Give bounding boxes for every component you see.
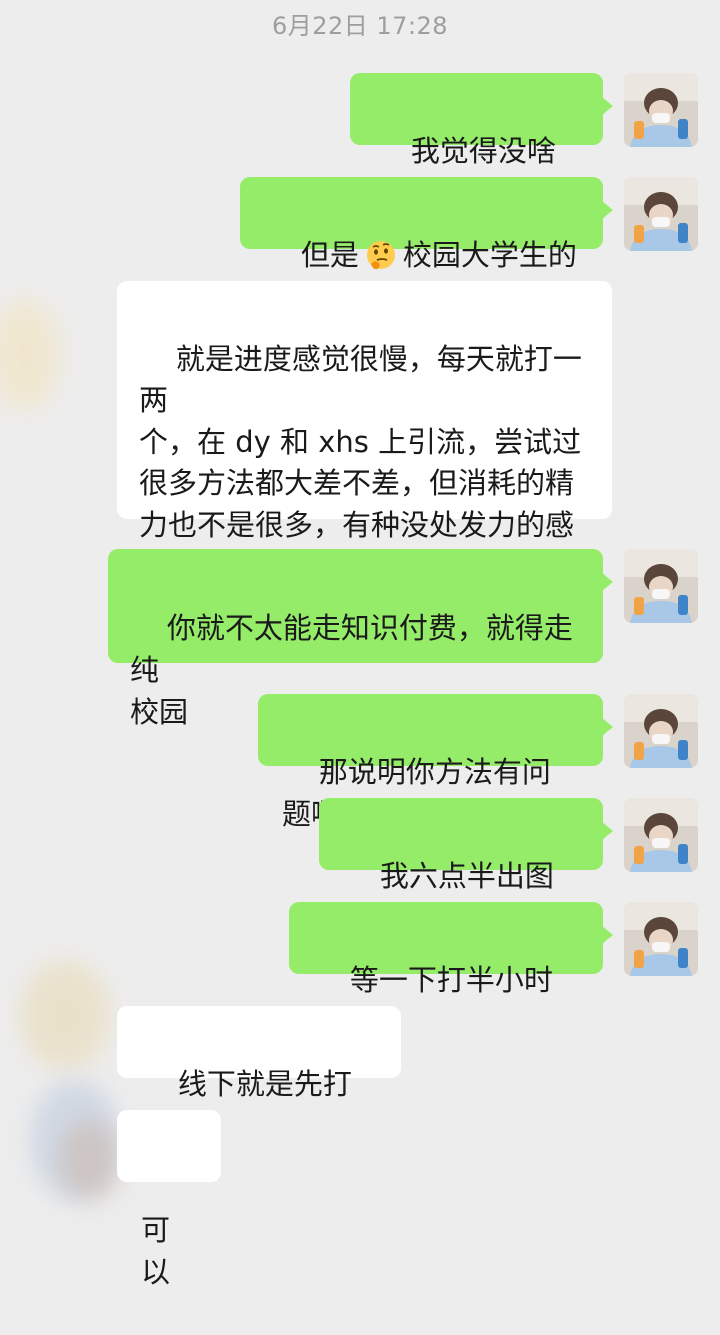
- chat-window: 6月22日 17:28 我觉得没啥问题 但是校园大学生的话: [0, 0, 720, 1289]
- message-text: 可以: [141, 1213, 171, 1289]
- message-bubble-outgoing[interactable]: 等一下打半小时电话: [289, 902, 613, 1039]
- avatar[interactable]: [624, 694, 698, 768]
- avatar-image-icon: [624, 177, 698, 251]
- message-bubble-outgoing[interactable]: 我六点半出图书馆: [319, 798, 613, 935]
- message-text: 就是进度感觉很慢，每天就打一两 个，在 dy 和 xhs 上引流，尝试过 很多方…: [139, 341, 582, 584]
- avatar[interactable]: [624, 177, 698, 251]
- thinking-face-icon: [365, 239, 397, 271]
- message-bubble-outgoing[interactable]: 你就不太能走知识付费，就得走纯 校园: [108, 549, 613, 729]
- avatar[interactable]: [624, 549, 698, 623]
- blurred-avatar-patch: [20, 960, 110, 1070]
- avatar[interactable]: [624, 798, 698, 872]
- message-timestamp: 6月22日 17:28: [271, 12, 449, 40]
- blurred-avatar-patch: [0, 300, 60, 410]
- message-bubble-outgoing[interactable]: 但是校园大学生的话: [240, 177, 613, 314]
- avatar-image-icon: [624, 694, 698, 768]
- avatar-image-icon: [624, 73, 698, 147]
- blurred-avatar-patch: [60, 1120, 120, 1200]
- message-bubble-incoming[interactable]: 就是进度感觉很慢，每天就打一两 个，在 dy 和 xhs 上引流，尝试过 很多方…: [117, 281, 612, 583]
- avatar-image-icon: [624, 549, 698, 623]
- message-bubble-outgoing[interactable]: 那说明你方法有问题啊: [258, 694, 613, 831]
- message-bubble-incoming[interactable]: 可以: [117, 1110, 221, 1289]
- avatar-image-icon: [624, 902, 698, 976]
- avatar[interactable]: [624, 73, 698, 147]
- message-bubble-incoming[interactable]: 线下就是先打流量: [117, 1006, 401, 1143]
- avatar[interactable]: [624, 902, 698, 976]
- avatar-image-icon: [624, 798, 698, 872]
- message-bubble-outgoing[interactable]: 我觉得没啥问题: [350, 73, 613, 210]
- message-text: 但是: [300, 238, 359, 272]
